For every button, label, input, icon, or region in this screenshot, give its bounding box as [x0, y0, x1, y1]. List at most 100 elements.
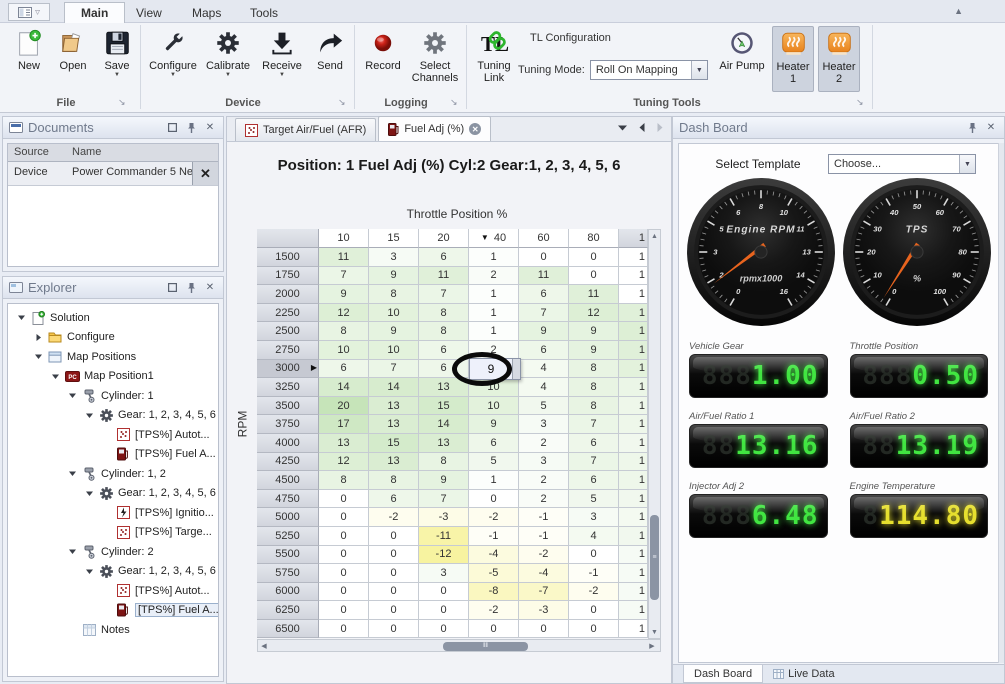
grid-cell-clipped[interactable]: 1 [619, 508, 648, 527]
grid-cell[interactable]: 9 [569, 341, 619, 360]
grid-cell[interactable]: 9 [369, 267, 419, 286]
row-header-4500[interactable]: 4500 [257, 471, 319, 490]
grid-cell-clipped[interactable]: 1 [619, 360, 648, 379]
grid-cell[interactable]: 2 [469, 267, 519, 286]
grid-cell-clipped[interactable]: 1 [619, 546, 648, 565]
grid-cell[interactable]: 9 [369, 322, 419, 341]
tree-item[interactable]: Gear: 1, 2, 3, 4, 5, 6 [10, 484, 218, 504]
grid-cell[interactable]: 7 [419, 490, 469, 509]
ribbon-tab-maps[interactable]: Maps [176, 2, 237, 23]
column-header-10[interactable]: 10 [319, 229, 369, 248]
grid-cell-clipped[interactable]: 1 [619, 322, 648, 341]
grid-cell[interactable]: 14 [369, 378, 419, 397]
tree-item[interactable]: Cylinder: 1 [10, 386, 218, 406]
dashboard-pin-icon[interactable] [965, 121, 979, 135]
tree-expand-down-icon[interactable] [84, 489, 94, 498]
template-combo[interactable]: Choose... ▼ [828, 154, 976, 174]
tree-item[interactable]: Configure [10, 328, 218, 348]
tree-expand-down-icon[interactable] [67, 391, 77, 400]
grid-cell[interactable]: -4 [519, 564, 569, 583]
grid-cell[interactable]: 7 [569, 453, 619, 472]
grid-cell-clipped[interactable]: 1 [619, 397, 648, 416]
grid-cell-clipped[interactable]: 1 [619, 304, 648, 323]
grid-cell[interactable]: 0 [369, 601, 419, 620]
grid-cell[interactable]: -3 [419, 508, 469, 527]
grid-cell[interactable]: 8 [419, 322, 469, 341]
grid-cell[interactable]: 7 [319, 267, 369, 286]
explorer-close-icon[interactable]: ✕ [203, 281, 217, 295]
grid-cell-clipped[interactable]: 1 [619, 601, 648, 620]
grid-cell[interactable]: -2 [469, 601, 519, 620]
grid-cell[interactable]: -4 [469, 546, 519, 565]
tuning-link-button[interactable]: TL Tuning Link [472, 26, 516, 92]
save-button[interactable]: Save ▼ [96, 26, 138, 92]
grid-cell[interactable]: -8 [469, 583, 519, 602]
grid-cell[interactable]: 10 [369, 304, 419, 323]
grid-cell[interactable]: 6 [469, 434, 519, 453]
tree-item[interactable]: [TPS%] Fuel A... [10, 445, 218, 465]
documents-col-name[interactable]: Name [66, 144, 107, 161]
grid-cell[interactable]: 8 [319, 322, 369, 341]
grid-cell[interactable]: 5 [519, 397, 569, 416]
grid-cell[interactable]: 1 [469, 304, 519, 323]
grid-cell[interactable]: 0 [369, 564, 419, 583]
air-pump-button[interactable]: Air Pump [716, 26, 768, 92]
tab-fuel-adj[interactable]: Fuel Adj (%) ✕ [378, 116, 491, 141]
grid-cell[interactable]: 2 [519, 434, 569, 453]
grid-cell[interactable]: 10 [469, 378, 519, 397]
grid-cell[interactable]: 0 [569, 267, 619, 286]
tab-target-air-fuel[interactable]: Target Air/Fuel (AFR) [235, 118, 376, 141]
tab-scroll-left-icon[interactable] [639, 123, 645, 132]
grid-cell-clipped[interactable]: 1 [619, 583, 648, 602]
grid-cell[interactable]: 6 [419, 360, 469, 379]
grid-cell[interactable]: 17 [319, 415, 369, 434]
scroll-left-icon[interactable]: ◀ [258, 642, 270, 650]
grid-cell[interactable]: 0 [319, 508, 369, 527]
grid-cell[interactable]: 12 [319, 453, 369, 472]
grid-cell[interactable]: 2 [519, 471, 569, 490]
receive-dropdown-caret[interactable]: ▼ [279, 72, 285, 78]
row-header-2250[interactable]: 2250 [257, 304, 319, 323]
row-header-5250[interactable]: 5250 [257, 527, 319, 546]
tab-scroll-right-icon[interactable] [657, 123, 663, 132]
tree-item[interactable]: Gear: 1, 2, 3, 4, 5, 6 [10, 562, 218, 582]
grid-cell[interactable]: 14 [419, 415, 469, 434]
dashboard-close-icon[interactable]: ✕ [984, 121, 998, 135]
row-header-5500[interactable]: 5500 [257, 546, 319, 565]
grid-cell[interactable]: 6 [519, 285, 569, 304]
quick-access-toolbar[interactable]: ▽ [8, 3, 50, 21]
grid-cell[interactable]: 9 [569, 322, 619, 341]
record-button[interactable]: Record [360, 26, 406, 92]
grid-cell-clipped[interactable]: 1 [619, 620, 648, 639]
row-header-6000[interactable]: 6000 [257, 583, 319, 602]
tree-item[interactable]: [TPS%] Targe... [10, 523, 218, 543]
grid-cell[interactable]: 13 [369, 453, 419, 472]
grid-cell[interactable]: -3 [519, 601, 569, 620]
grid-cell[interactable]: 0 [469, 620, 519, 639]
grid-cell[interactable]: 12 [319, 304, 369, 323]
grid-cell[interactable]: -1 [519, 508, 569, 527]
grid-cell-clipped[interactable]: 1 [619, 471, 648, 490]
grid-cell[interactable]: 3 [519, 453, 569, 472]
grid-cell[interactable]: 13 [369, 397, 419, 416]
grid-cell[interactable]: 0 [319, 620, 369, 639]
device-dialog-launcher-icon[interactable]: ↘ [338, 97, 346, 108]
grid-cell[interactable]: 0 [319, 546, 369, 565]
grid-cell[interactable]: 0 [419, 601, 469, 620]
calibrate-button[interactable]: Calibrate ▼ [202, 26, 254, 92]
documents-pin-icon[interactable] [184, 121, 198, 135]
configure-dropdown-caret[interactable]: ▼ [170, 72, 176, 78]
grid-cell[interactable]: 1 [469, 471, 519, 490]
documents-close-icon[interactable]: ✕ [203, 121, 217, 135]
tuning-mode-caret-icon[interactable]: ▼ [691, 61, 707, 79]
grid-cell[interactable]: -7 [519, 583, 569, 602]
documents-maximize-icon[interactable] [165, 121, 179, 135]
grid-cell[interactable]: 6 [419, 248, 469, 267]
grid-cell[interactable]: 4 [519, 378, 569, 397]
cell-editor[interactable]: 9 [469, 358, 521, 381]
grid-cell[interactable]: 11 [319, 248, 369, 267]
open-button[interactable]: Open [52, 26, 94, 92]
tree-item[interactable]: Solution [10, 308, 218, 328]
grid-cell[interactable]: 9 [419, 471, 469, 490]
grid-cell[interactable]: 13 [369, 415, 419, 434]
